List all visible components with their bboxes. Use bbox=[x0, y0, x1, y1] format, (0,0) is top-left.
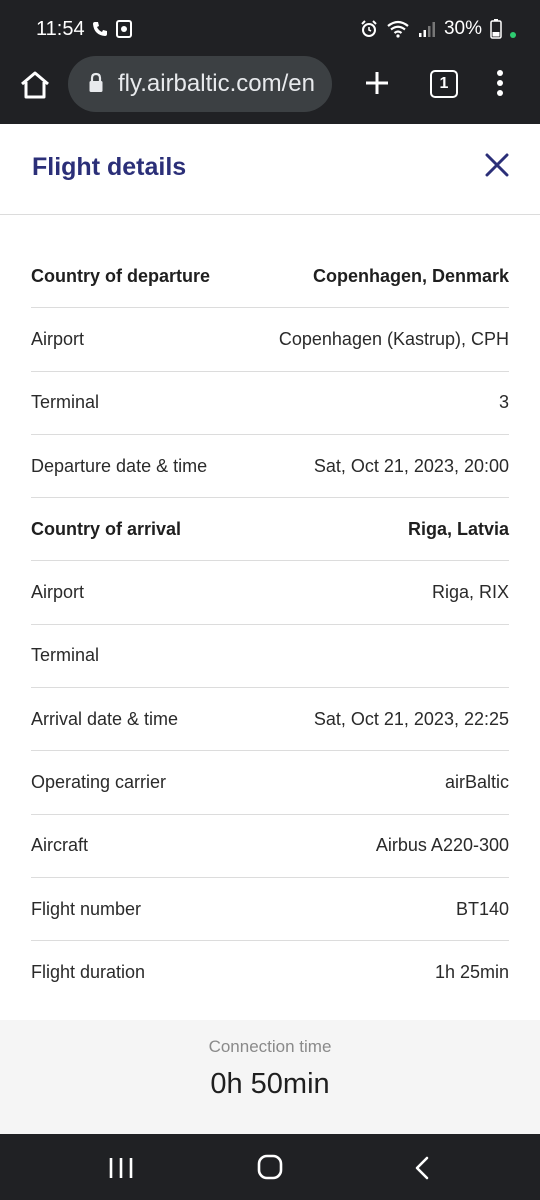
battery-percent: 30% bbox=[443, 18, 482, 39]
detail-row: Terminal bbox=[31, 625, 509, 689]
page-title: Flight details bbox=[32, 153, 187, 181]
status-time: 11:54 bbox=[36, 18, 85, 40]
tabs-icon[interactable]: 1 bbox=[430, 70, 458, 98]
system-nav-bar bbox=[0, 1134, 540, 1200]
row-label: Country of departure bbox=[31, 265, 211, 286]
row-value: Sat, Oct 21, 2023, 22:25 bbox=[313, 708, 509, 729]
connection-time-box: Connection time 0h 50min bbox=[0, 1020, 540, 1134]
row-value: BT140 bbox=[455, 898, 509, 919]
privacy-indicator-dot bbox=[510, 32, 516, 38]
detail-row: Aircraft Airbus A220-300 bbox=[31, 815, 509, 878]
recent-apps-icon[interactable] bbox=[108, 1156, 134, 1180]
wifi-icon bbox=[387, 20, 409, 38]
row-value: Sat, Oct 21, 2023, 20:00 bbox=[313, 455, 509, 476]
row-label: Terminal bbox=[31, 645, 100, 666]
detail-row: Flight number BT140 bbox=[31, 878, 509, 942]
details-list: Country of departure Copenhagen, Denmark … bbox=[31, 245, 509, 1005]
detail-row: Terminal 3 bbox=[31, 372, 509, 435]
detail-row: Country of departure Copenhagen, Denmark bbox=[31, 245, 509, 309]
row-label: Flight duration bbox=[31, 962, 146, 983]
row-label: Arrival date & time bbox=[31, 708, 179, 729]
more-menu-icon[interactable] bbox=[494, 70, 506, 100]
row-value: Riga, RIX bbox=[431, 582, 509, 603]
detail-row: Arrival date & time Sat, Oct 21, 2023, 22… bbox=[31, 688, 509, 752]
row-label: Departure date & time bbox=[31, 455, 208, 476]
flight-details-panel: Flight details Country of departure Copen… bbox=[0, 124, 540, 1134]
back-icon[interactable] bbox=[412, 1156, 432, 1180]
plus-icon[interactable] bbox=[362, 68, 392, 98]
row-label: Airport bbox=[31, 582, 85, 603]
phone-icon bbox=[93, 22, 107, 36]
browser-toolbar: fly.airbaltic.com/en 1 bbox=[0, 56, 540, 124]
row-label: Aircraft bbox=[31, 835, 89, 856]
url-bar[interactable]: fly.airbaltic.com/en bbox=[68, 56, 332, 112]
signal-icon bbox=[418, 22, 435, 37]
row-label: Operating carrier bbox=[31, 772, 167, 793]
status-bar: 11:54 30% bbox=[0, 0, 540, 56]
row-label: Airport bbox=[31, 328, 85, 349]
detail-row: Departure date & time Sat, Oct 21, 2023, … bbox=[31, 435, 509, 499]
row-value: Airbus A220-300 bbox=[375, 835, 509, 856]
row-value: Riga, Latvia bbox=[407, 518, 509, 539]
battery-icon bbox=[490, 19, 502, 39]
row-value: 3 bbox=[498, 392, 509, 413]
url-text: fly.airbaltic.com/en bbox=[118, 70, 315, 97]
detail-row: Country of arrival Riga, Latvia bbox=[31, 498, 509, 562]
detail-row: Airport Riga, RIX bbox=[31, 561, 509, 625]
panel-header: Flight details bbox=[0, 124, 540, 215]
row-label: Terminal bbox=[31, 392, 100, 413]
alarm-icon bbox=[361, 20, 377, 37]
row-label: Country of arrival bbox=[31, 518, 182, 539]
connection-time-value: 0h 50min bbox=[210, 1068, 330, 1100]
detail-row: Flight duration 1h 25min bbox=[31, 941, 509, 1004]
lock-icon bbox=[89, 72, 103, 92]
row-label: Flight number bbox=[31, 898, 142, 919]
detail-row: Airport Copenhagen (Kastrup), CPH bbox=[31, 308, 509, 372]
close-icon[interactable] bbox=[484, 152, 510, 178]
nav-home-icon[interactable] bbox=[257, 1154, 283, 1180]
row-value: Copenhagen (Kastrup), CPH bbox=[278, 328, 509, 349]
row-value: 1h 25min bbox=[434, 962, 509, 983]
screen-record-icon bbox=[116, 20, 132, 38]
row-value: airBaltic bbox=[444, 772, 509, 793]
home-icon[interactable] bbox=[18, 68, 52, 102]
connection-time-label: Connection time bbox=[208, 1037, 332, 1056]
detail-row: Operating carrier airBaltic bbox=[31, 751, 509, 815]
row-value: Copenhagen, Denmark bbox=[312, 265, 509, 286]
